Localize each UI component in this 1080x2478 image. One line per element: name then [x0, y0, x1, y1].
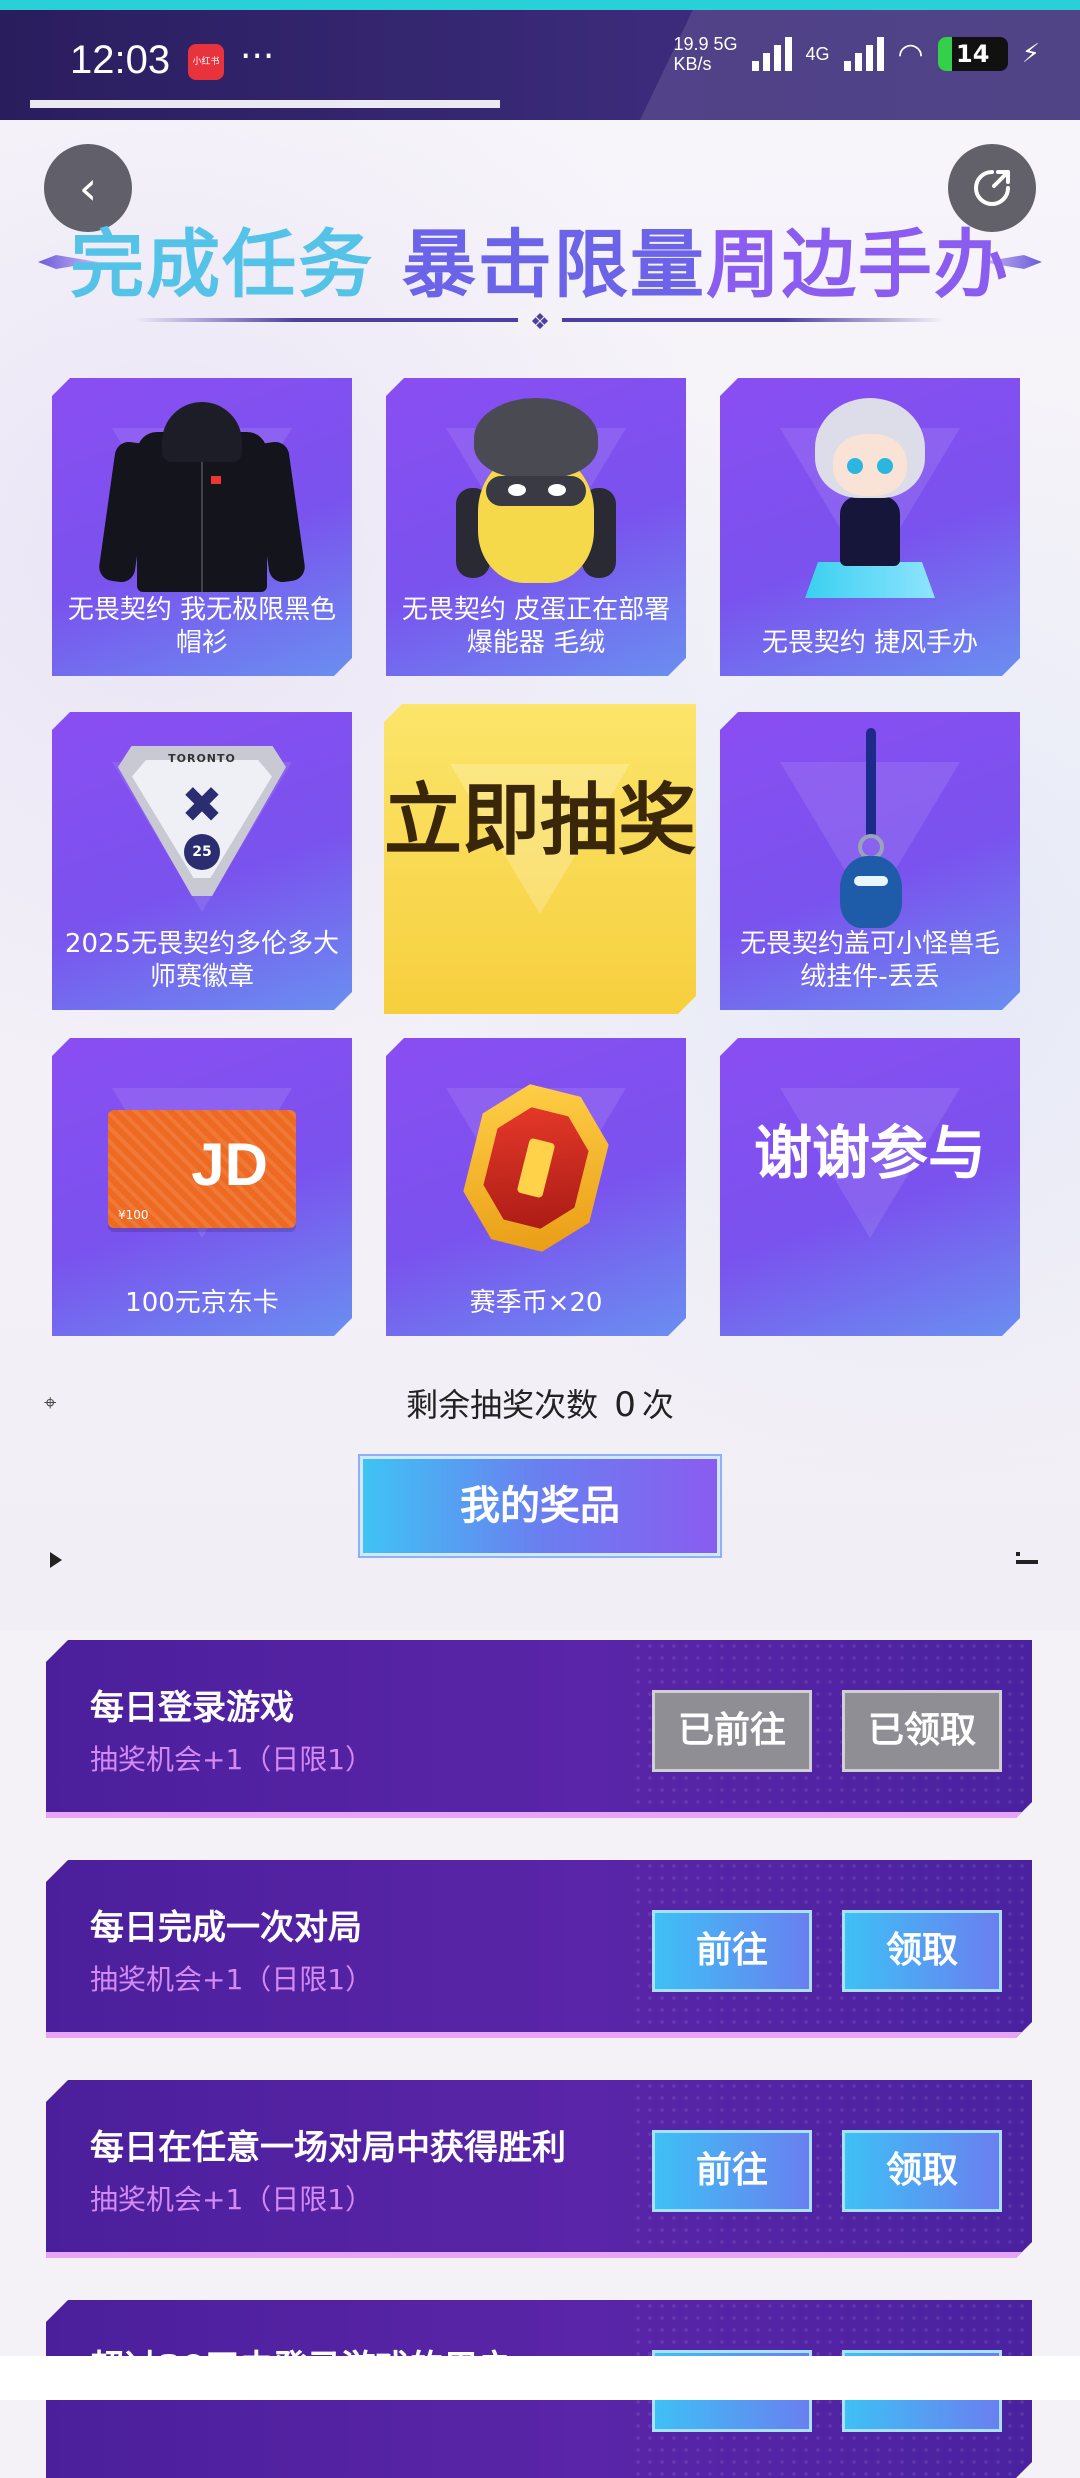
claim-button[interactable]: 领取: [842, 2130, 1002, 2212]
prize-label: 无畏契约 皮蛋正在部署爆能器 毛绒: [401, 595, 671, 658]
claim-button[interactable]: 领取: [842, 1910, 1002, 1992]
signal-icon-2: [843, 37, 884, 71]
badge-icon: TORONTO ✖ 25: [118, 746, 286, 896]
remaining-suffix: 次: [641, 1386, 674, 1424]
prize-cell-badge: TORONTO ✖ 25 2025无畏契约多伦多大师赛徽章: [52, 712, 352, 1010]
prize-cell-figure: 无畏契约 捷风手办: [720, 378, 1020, 676]
notification-app-icon: 小红书: [188, 44, 224, 80]
title-part-2: 暴击限量: [401, 222, 706, 308]
prize-label: 无畏契约 我无极限黑色帽衫: [67, 595, 337, 658]
task-reward: 抽奖机会+1（日限1）: [90, 1743, 374, 1776]
remaining-draws: 剩余抽奖次数 0次: [0, 1380, 1080, 1426]
task-card-daily-login: 每日登录游戏 抽奖机会+1（日限1） 已前往 已领取: [46, 1640, 1032, 1818]
more-notifications-icon: ···: [240, 36, 275, 77]
net-speed-unit: KB/s: [673, 54, 712, 74]
my-prizes-button[interactable]: 我的奖品: [360, 1456, 720, 1556]
jd-card-amount: ¥100: [118, 1208, 149, 1222]
title-part-1: 完成任务: [70, 222, 375, 308]
coin-icon: [471, 1088, 601, 1248]
charging-icon: ⚡: [1021, 39, 1040, 69]
badge-x-icon: ✖: [181, 776, 223, 834]
prize-label: 赛季币×20: [469, 1288, 603, 1318]
prize-cell-coin: 赛季币×20: [386, 1038, 686, 1336]
task-card-daily-win: 每日在任意一场对局中获得胜利 抽奖机会+1（日限1） 前往 领取: [46, 2080, 1032, 2258]
thanks-text: 谢谢参与: [753, 1119, 986, 1187]
go-button[interactable]: 已前往: [652, 1690, 812, 1772]
plush-icon: [456, 398, 616, 598]
network-speed: 19.9 5G KB/s: [673, 34, 737, 74]
task-reward: 抽奖机会+1（日限1）: [90, 2183, 374, 2216]
bottom-edge: [0, 2356, 1080, 2400]
prize-label: 无畏契约 捷风手办: [761, 628, 979, 658]
task-card-daily-match: 每日完成一次对局 抽奖机会+1（日限1） 前往 领取: [46, 1860, 1032, 2038]
badge-number: 25: [184, 834, 220, 870]
figure-icon: [795, 398, 945, 608]
triangle-marker-icon: [50, 1552, 62, 1568]
prize-label: 2025无畏契约多伦多大师赛徽章: [64, 929, 340, 992]
remaining-prefix: 剩余抽奖次数: [406, 1386, 599, 1424]
share-icon: [974, 170, 1010, 206]
prize-cell-thanks: 谢谢参与: [720, 1038, 1020, 1336]
remaining-count: 0: [614, 1385, 636, 1425]
net-speed-value: 19.9: [673, 34, 709, 54]
prize-cell-plush: 无畏契约 皮蛋正在部署爆能器 毛绒: [386, 378, 686, 676]
draw-button-label: 立即抽奖: [384, 776, 697, 866]
task-title: 每日完成一次对局: [90, 1908, 362, 1948]
battery-icon: 14: [937, 37, 1008, 71]
task-title: 每日登录游戏: [90, 1688, 294, 1728]
go-button[interactable]: 前往: [652, 2130, 812, 2212]
badge-top-text: TORONTO: [168, 752, 236, 765]
prize-label: 100元京东卡: [125, 1288, 279, 1318]
status-icons: 19.9 5G KB/s 4G ◠ 14 ⚡: [673, 34, 1040, 74]
keychain-icon: [810, 728, 930, 938]
task-title: 每日在任意一场对局中获得胜利: [90, 2128, 566, 2168]
claim-button[interactable]: 已领取: [842, 1690, 1002, 1772]
status-bar: 12:03 小红书 ··· 19.9 5G KB/s 4G ◠ 14 ⚡: [0, 0, 1080, 120]
net-type: 5G: [713, 34, 738, 54]
prize-cell-jd-card: JD ¥100 100元京东卡: [52, 1038, 352, 1336]
prize-cell-hoodie: 无畏契约 我无极限黑色帽衫: [52, 378, 352, 676]
draw-button[interactable]: 立即抽奖: [384, 704, 696, 1014]
status-bar-accent: [0, 0, 1080, 10]
jd-logo: JD: [191, 1131, 268, 1198]
signal-icon: [751, 37, 792, 71]
prize-cell-keychain: 无畏契约盖可小怪兽毛绒挂件-丢丢: [720, 712, 1020, 1010]
jd-card-icon: JD ¥100: [108, 1110, 296, 1228]
header-stripe: [30, 100, 500, 108]
corner-marker-icon: [1016, 1552, 1038, 1564]
prize-label: 无畏契约盖可小怪兽毛绒挂件-丢丢: [739, 929, 1000, 992]
clock: 12:03: [70, 38, 171, 82]
emblem-icon: ❖: [518, 310, 562, 336]
title-part-3: 周边手办: [705, 222, 1010, 308]
page-title: 完成任务 暴击限量周边手办: [0, 205, 1080, 312]
net-type-secondary: 4G: [805, 44, 830, 64]
go-button[interactable]: 前往: [652, 1910, 812, 1992]
wifi-icon: ◠: [897, 36, 924, 72]
hoodie-icon: [107, 402, 297, 592]
task-reward: 抽奖机会+1（日限1）: [90, 1963, 374, 1996]
